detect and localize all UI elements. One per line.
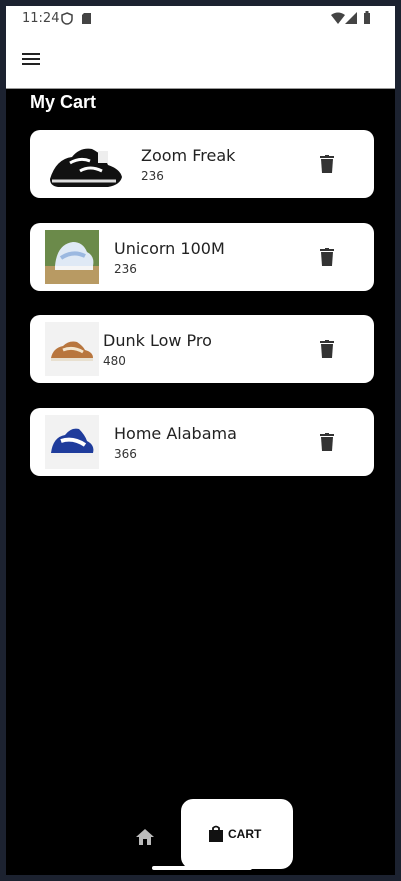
- app-frame: 11:24 My Cart Zoom Freak 236 Unicorn 100…: [6, 6, 395, 875]
- bottom-nav: CART: [6, 786, 395, 875]
- battery-icon: [364, 11, 370, 24]
- sd-card-icon: [82, 13, 91, 24]
- product-name: Unicorn 100M: [114, 239, 225, 258]
- product-image: [45, 322, 99, 376]
- status-bar: 11:24: [6, 6, 395, 32]
- cart-item[interactable]: Zoom Freak 236: [30, 130, 374, 198]
- product-price: 480: [103, 354, 126, 368]
- trash-icon[interactable]: [320, 248, 334, 266]
- trash-icon[interactable]: [320, 340, 334, 358]
- product-image: [45, 230, 99, 284]
- cart-item[interactable]: Dunk Low Pro 480: [30, 315, 374, 383]
- page-title: My Cart: [30, 92, 97, 112]
- gesture-handle: [152, 866, 252, 870]
- cart-item[interactable]: Home Alabama 366: [30, 408, 374, 476]
- shield-icon: [61, 12, 73, 25]
- product-image: [46, 137, 126, 191]
- cart-item[interactable]: Unicorn 100M 236: [30, 223, 374, 291]
- product-name: Zoom Freak: [141, 146, 236, 165]
- menu-icon[interactable]: [22, 50, 44, 70]
- product-price: 236: [141, 169, 164, 183]
- product-name: Home Alabama: [114, 424, 237, 443]
- signal-icon: [345, 12, 357, 24]
- cart-nav-label: CART: [228, 827, 262, 841]
- app-bar: [6, 32, 395, 89]
- wifi-icon: [331, 12, 345, 24]
- product-image: [45, 415, 99, 469]
- home-icon[interactable]: [135, 828, 155, 846]
- product-price: 366: [114, 447, 137, 461]
- trash-icon[interactable]: [320, 433, 334, 451]
- product-price: 236: [114, 262, 137, 276]
- cart-nav-button[interactable]: CART: [181, 799, 293, 869]
- status-time: 11:24: [22, 11, 60, 26]
- trash-icon[interactable]: [320, 155, 334, 173]
- product-name: Dunk Low Pro: [103, 331, 212, 350]
- shopping-bag-icon: [209, 825, 223, 842]
